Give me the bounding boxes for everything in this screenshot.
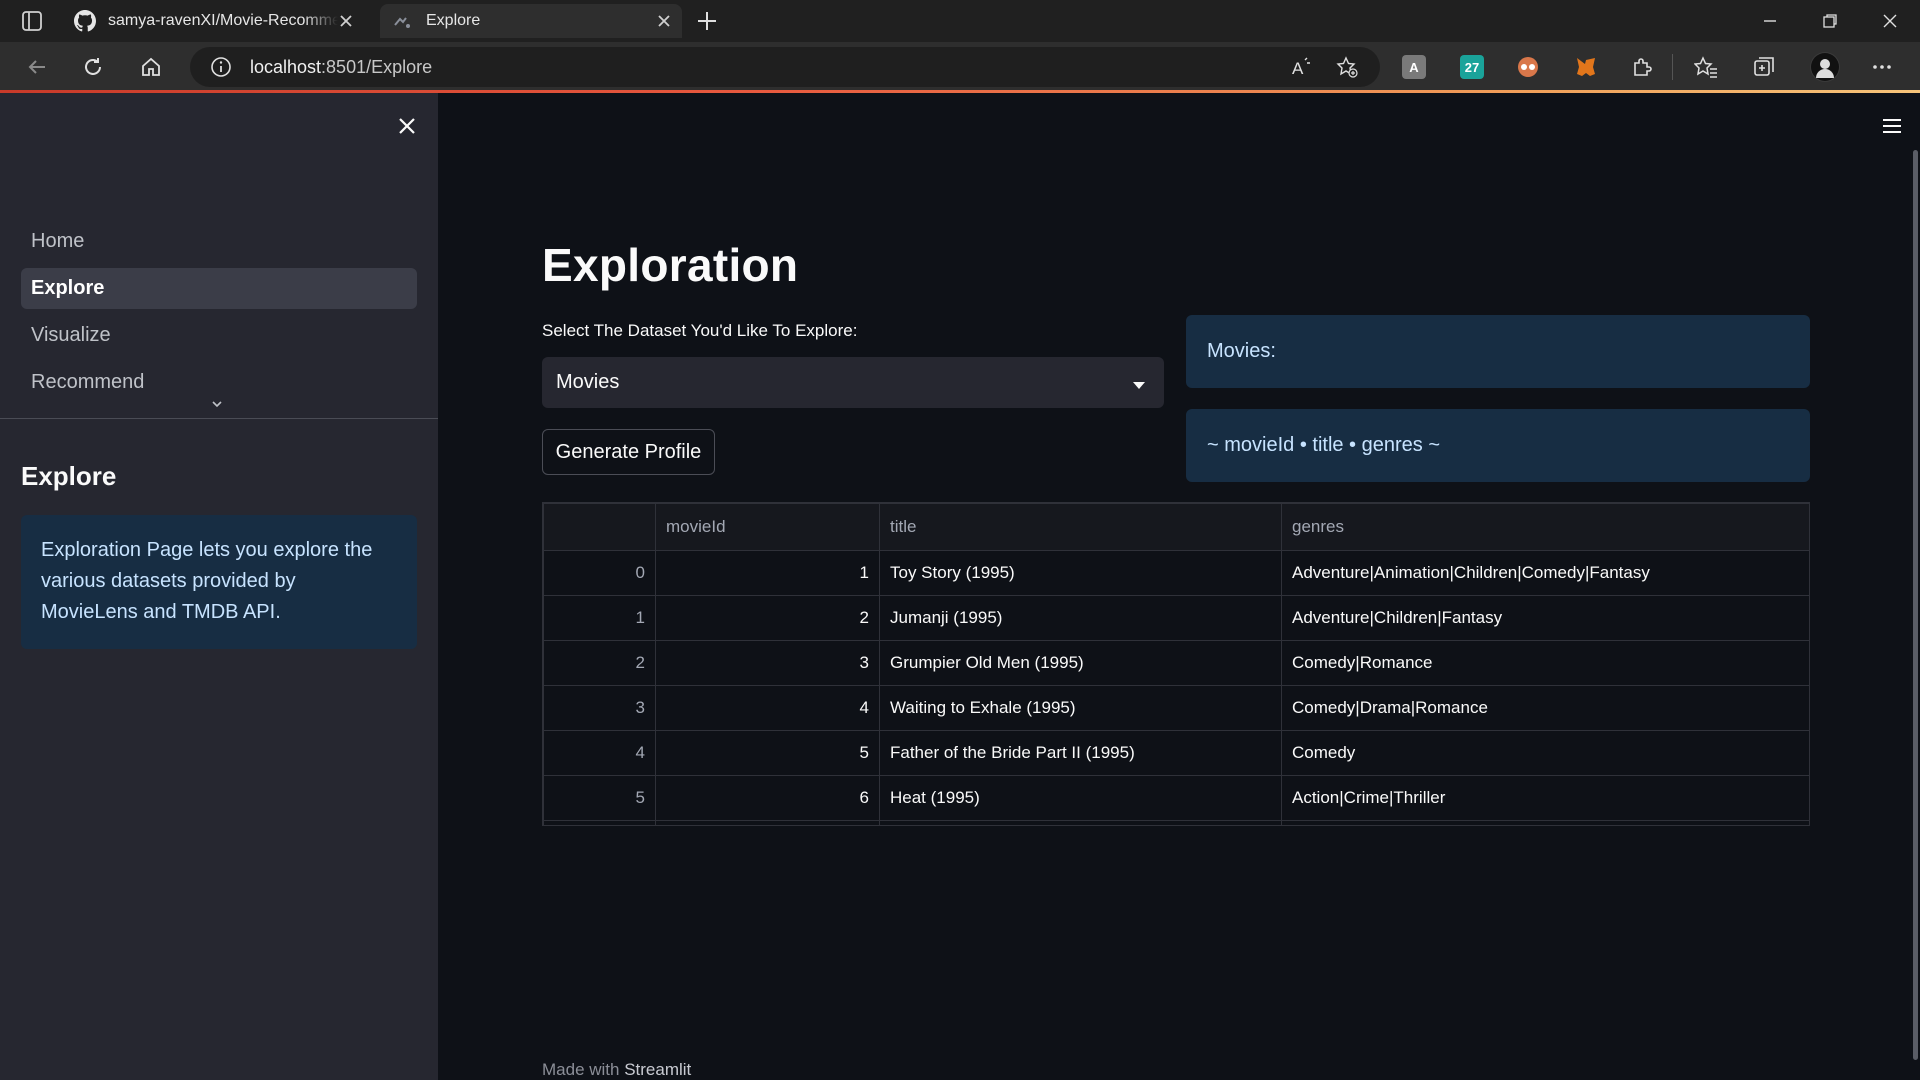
metamask-fox-icon[interactable]	[1574, 55, 1598, 79]
table-header-row: movieId title genres	[543, 503, 1809, 551]
close-window-icon[interactable]	[1876, 8, 1904, 34]
row-index: 4	[543, 730, 656, 776]
sidebar-item-explore[interactable]: Explore	[21, 268, 417, 309]
caret-down-icon	[1132, 377, 1146, 389]
home-icon[interactable]	[136, 52, 166, 82]
svg-text:A: A	[1292, 59, 1304, 78]
dataset-select-label: Select The Dataset You'd Like To Explore…	[542, 321, 858, 340]
sidebar-heading: Explore	[21, 461, 117, 491]
browser-address-bar: localhost:8501/Explore A A 27	[0, 42, 1920, 92]
reload-icon[interactable]	[78, 52, 108, 82]
chevron-down-icon[interactable]	[210, 397, 224, 411]
column-header-title[interactable]: title	[879, 503, 1282, 551]
new-tab-icon[interactable]	[694, 8, 720, 34]
generate-profile-button[interactable]: Generate Profile	[542, 429, 715, 475]
footer-streamlit-link[interactable]: Streamlit	[624, 1060, 691, 1079]
extension-glasses-icon[interactable]	[1516, 55, 1540, 79]
table-row: 6 7	[543, 820, 1809, 825]
row-index: 5	[543, 775, 656, 821]
dataset-info-box: Movies:	[1186, 315, 1810, 388]
footer-prefix: Made with	[542, 1060, 625, 1079]
row-index: 2	[543, 640, 656, 686]
main-scrollbar[interactable]	[1913, 150, 1918, 1060]
sidebar-info-box: Exploration Page lets you explore the va…	[21, 515, 417, 649]
read-aloud-icon[interactable]: A	[1290, 56, 1312, 83]
cell-genres[interactable]: Comedy	[1281, 730, 1809, 776]
github-icon	[74, 10, 96, 32]
footer: Made with Streamlit	[542, 1060, 691, 1080]
favorites-icon[interactable]	[1694, 55, 1718, 79]
more-menu-icon[interactable]	[1870, 55, 1894, 79]
url-path: :8501/Explore	[321, 57, 433, 77]
extension-a-icon[interactable]: A	[1402, 55, 1426, 79]
back-icon[interactable]	[22, 52, 52, 82]
sidebar-divider	[0, 418, 438, 419]
restore-icon[interactable]	[1816, 8, 1844, 34]
toolbar-divider	[1672, 54, 1673, 80]
table-row: 0 1 Toy Story (1995) Adventure|Animation…	[543, 550, 1809, 596]
cell-title[interactable]: Father of the Bride Part II (1995)	[879, 730, 1282, 776]
row-index: 3	[543, 685, 656, 731]
cell-title[interactable]: Grumpier Old Men (1995)	[879, 640, 1282, 686]
streamlit-icon	[392, 10, 414, 32]
sidebar-item-home[interactable]: Home	[21, 221, 417, 262]
cell-genres[interactable]: Comedy|Drama|Romance	[1281, 685, 1809, 731]
cell-movieid[interactable]: 2	[655, 595, 880, 641]
tab-actions-icon[interactable]	[20, 9, 44, 33]
browser-tab-explore[interactable]: Explore	[380, 4, 682, 38]
row-index: 1	[543, 595, 656, 641]
table-row: 2 3 Grumpier Old Men (1995) Comedy|Roman…	[543, 640, 1809, 686]
sidebar-item-visualize[interactable]: Visualize	[21, 315, 417, 356]
cell-title[interactable]: Toy Story (1995)	[879, 550, 1282, 596]
dataset-select-value: Movies	[556, 371, 620, 393]
cell-movieid[interactable]: 4	[655, 685, 880, 731]
cell-movieid[interactable]: 5	[655, 730, 880, 776]
cell-title[interactable]	[879, 820, 1282, 825]
browser-tab-bar: samya-ravenXI/Movie-Recommender-System E…	[0, 0, 1920, 42]
dataset-select[interactable]: Movies	[542, 357, 1164, 408]
close-sidebar-icon[interactable]	[394, 113, 420, 139]
dataframe-table[interactable]: movieId title genres 0 1 Toy Story (1995…	[542, 502, 1810, 826]
url-text: localhost:8501/Explore	[250, 57, 432, 78]
app-sidebar: Home Explore Visualize Recommend Explore…	[0, 93, 438, 1080]
cell-genres[interactable]: Comedy|Romance	[1281, 640, 1809, 686]
collections-icon[interactable]	[1752, 55, 1776, 79]
cell-genres[interactable]: Adventure|Children|Fantasy	[1281, 595, 1809, 641]
close-tab-icon[interactable]	[652, 9, 676, 33]
columns-info-box: ~ movieId • title • genres ~	[1186, 409, 1810, 482]
table-row: 5 6 Heat (1995) Action|Crime|Thriller	[543, 775, 1809, 821]
column-header-index[interactable]	[543, 503, 656, 551]
profile-avatar[interactable]	[1810, 52, 1840, 82]
cell-genres[interactable]: Action|Crime|Thriller	[1281, 775, 1809, 821]
site-info-icon[interactable]	[210, 56, 232, 83]
cell-movieid[interactable]: 7	[655, 820, 880, 825]
cell-genres[interactable]: Adventure|Animation|Children|Comedy|Fant…	[1281, 550, 1809, 596]
minimize-icon[interactable]	[1756, 8, 1784, 34]
cell-movieid[interactable]: 3	[655, 640, 880, 686]
table-row: 1 2 Jumanji (1995) Adventure|Children|Fa…	[543, 595, 1809, 641]
cell-title[interactable]: Jumanji (1995)	[879, 595, 1282, 641]
extension-27-icon[interactable]: 27	[1460, 55, 1484, 79]
column-header-movieid[interactable]: movieId	[655, 503, 880, 551]
table-row: 4 5 Father of the Bride Part II (1995) C…	[543, 730, 1809, 776]
close-tab-icon[interactable]	[334, 9, 358, 33]
cell-movieid[interactable]: 1	[655, 550, 880, 596]
row-index: 0	[543, 550, 656, 596]
cell-title[interactable]: Heat (1995)	[879, 775, 1282, 821]
cell-genres[interactable]	[1281, 820, 1809, 825]
table-row: 3 4 Waiting to Exhale (1995) Comedy|Dram…	[543, 685, 1809, 731]
cell-title[interactable]: Waiting to Exhale (1995)	[879, 685, 1282, 731]
add-favorite-icon[interactable]	[1336, 56, 1358, 83]
cell-movieid[interactable]: 6	[655, 775, 880, 821]
url-host: localhost	[250, 57, 322, 77]
row-index: 6	[543, 820, 656, 825]
tab-title: samya-ravenXI/Movie-Recommender-System	[108, 12, 338, 29]
hamburger-menu-icon[interactable]	[1880, 114, 1904, 138]
page-title: Exploration	[542, 239, 799, 291]
url-field[interactable]: localhost:8501/Explore A	[190, 47, 1380, 87]
tab-title: Explore	[426, 12, 481, 29]
column-header-genres[interactable]: genres	[1281, 503, 1809, 551]
extensions-puzzle-icon[interactable]	[1630, 55, 1654, 79]
browser-tab-github[interactable]: samya-ravenXI/Movie-Recommender-System	[74, 4, 364, 38]
